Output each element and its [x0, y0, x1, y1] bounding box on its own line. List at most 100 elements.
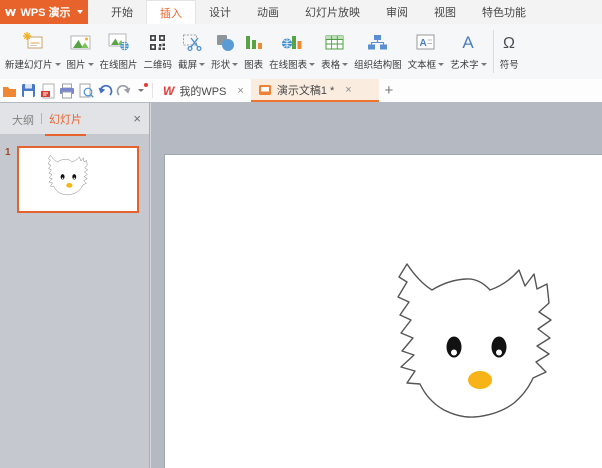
screenshot-button[interactable]: 截屏 [175, 24, 208, 79]
print-preview-icon [78, 83, 94, 99]
app-menu-button[interactable]: WPS 演示 [0, 0, 88, 24]
shapes-icon [215, 29, 235, 55]
menu-tab-label: 特色功能 [482, 4, 526, 20]
table-button[interactable]: 表格 [318, 24, 351, 79]
symbol-icon: Ω [500, 29, 518, 55]
online-chart-button[interactable]: 在线图表 [266, 24, 318, 79]
app-title: WPS 演示 [20, 4, 70, 20]
qr-code-button[interactable]: 二维码 [141, 24, 176, 79]
slide-thumbnail[interactable] [17, 146, 139, 213]
menu-tab-strip: 开始 插入 设计 动画 幻灯片放映 审阅 视图 特色功能 [98, 0, 539, 24]
symbol-button[interactable]: Ω 符号 [497, 24, 522, 79]
presentation-file-icon [258, 83, 272, 97]
menu-tab-label: 审阅 [386, 4, 408, 20]
menu-tab-slideshow[interactable]: 幻灯片放映 [292, 0, 373, 24]
new-slide-button[interactable]: 新建幻灯片 [2, 24, 64, 79]
ribbon-group-separator [493, 30, 494, 73]
menu-tab-label: 开始 [111, 4, 133, 20]
online-picture-icon [108, 29, 130, 55]
ribbon-button-label: 截屏 [178, 57, 197, 71]
notification-dot [144, 83, 148, 87]
word-art-button[interactable]: A 艺术字 [447, 24, 490, 79]
file-menu-button[interactable] [0, 79, 19, 102]
text-box-button[interactable]: A 文本框 [405, 24, 448, 79]
panel-header: 大纲 幻灯片 × [0, 103, 149, 135]
tab-outline[interactable]: 大纲 [8, 103, 38, 135]
org-chart-button[interactable]: 组织结构图 [351, 24, 405, 79]
icon-letter: Ω [503, 35, 515, 52]
ribbon-button-label: 图片 [67, 57, 86, 71]
menu-tab-animation[interactable]: 动画 [244, 0, 292, 24]
ribbon-button-label: 组织结构图 [354, 57, 402, 71]
ribbon-button-label: 图表 [244, 57, 263, 71]
chevron-down-icon [481, 63, 487, 66]
chevron-down-icon [342, 63, 348, 66]
qr-code-icon [149, 29, 166, 55]
printer-icon [59, 83, 75, 99]
editing-canvas[interactable] [150, 103, 602, 468]
save-icon [21, 83, 36, 98]
slide-number: 1 [5, 147, 11, 158]
pdf-icon [40, 83, 55, 99]
menu-tab-insert[interactable]: 插入 [146, 0, 196, 24]
ribbon-button-label: 形状 [211, 57, 230, 71]
screenshot-icon [182, 29, 202, 55]
toolbar-separator [152, 83, 153, 98]
chevron-down-icon [438, 63, 444, 66]
menu-tab-label: 视图 [434, 4, 456, 20]
print-button[interactable] [57, 79, 76, 102]
tab-presentation1[interactable]: 演示文稿1 * × [251, 79, 379, 102]
redo-icon [116, 83, 132, 99]
export-pdf-button[interactable] [38, 79, 57, 102]
picture-button[interactable]: 图片 [64, 24, 97, 79]
slide[interactable] [165, 155, 602, 468]
menu-tab-label: 设计 [209, 4, 231, 20]
chart-button[interactable]: 图表 [241, 24, 266, 79]
new-slide-icon [21, 29, 45, 55]
chevron-down-icon [199, 63, 205, 66]
chart-icon [244, 29, 263, 55]
redo-button[interactable] [114, 79, 133, 102]
ribbon-button-label: 文本框 [408, 57, 437, 71]
menu-tab-special-features[interactable]: 特色功能 [469, 0, 539, 24]
close-icon[interactable]: × [133, 111, 141, 126]
chevron-down-icon [77, 10, 83, 14]
undo-icon [97, 83, 113, 99]
chevron-down-icon [232, 63, 238, 66]
shapes-button[interactable]: 形状 [208, 24, 241, 79]
menu-tab-review[interactable]: 审阅 [373, 0, 421, 24]
slides-panel: 大纲 幻灯片 × 1 [0, 103, 150, 468]
quick-access-and-tabs-bar: W 我的WPS × 演示文稿1 * × + [0, 79, 602, 103]
tab-my-wps[interactable]: W 我的WPS × [156, 79, 251, 102]
icon-letter: A [420, 38, 427, 49]
online-chart-icon [281, 29, 303, 55]
new-tab-button[interactable]: + [379, 79, 399, 102]
chevron-down-icon [88, 63, 94, 66]
ribbon-button-label: 艺术字 [450, 57, 479, 71]
ribbon-insert: 新建幻灯片 图片 [0, 24, 602, 79]
print-preview-button[interactable] [76, 79, 95, 102]
cat-drawing[interactable] [386, 255, 556, 425]
tab-slides[interactable]: 幻灯片 [45, 102, 86, 136]
undo-button[interactable] [95, 79, 114, 102]
table-icon [325, 29, 344, 55]
chevron-down-icon [55, 63, 61, 66]
panel-tab-separator [41, 113, 42, 124]
wps-home-logo-icon: W [163, 84, 174, 98]
save-button[interactable] [19, 79, 38, 102]
icon-letter: A [463, 33, 475, 52]
chevron-down-icon [309, 63, 315, 66]
folder-icon [2, 84, 17, 98]
ribbon-button-label: 符号 [500, 57, 519, 71]
chevron-down-icon [138, 89, 144, 92]
menu-tab-design[interactable]: 设计 [196, 0, 244, 24]
ribbon-button-label: 在线图表 [269, 57, 307, 71]
ribbon-button-label: 在线图片 [100, 57, 138, 71]
menu-tab-view[interactable]: 视图 [421, 0, 469, 24]
menu-tab-label: 幻灯片放映 [305, 4, 360, 20]
customize-toolbar-button[interactable] [133, 79, 149, 102]
online-picture-button[interactable]: 在线图片 [97, 24, 141, 79]
menu-tab-start[interactable]: 开始 [98, 0, 146, 24]
close-icon[interactable]: × [345, 84, 351, 96]
close-icon[interactable]: × [237, 85, 243, 97]
